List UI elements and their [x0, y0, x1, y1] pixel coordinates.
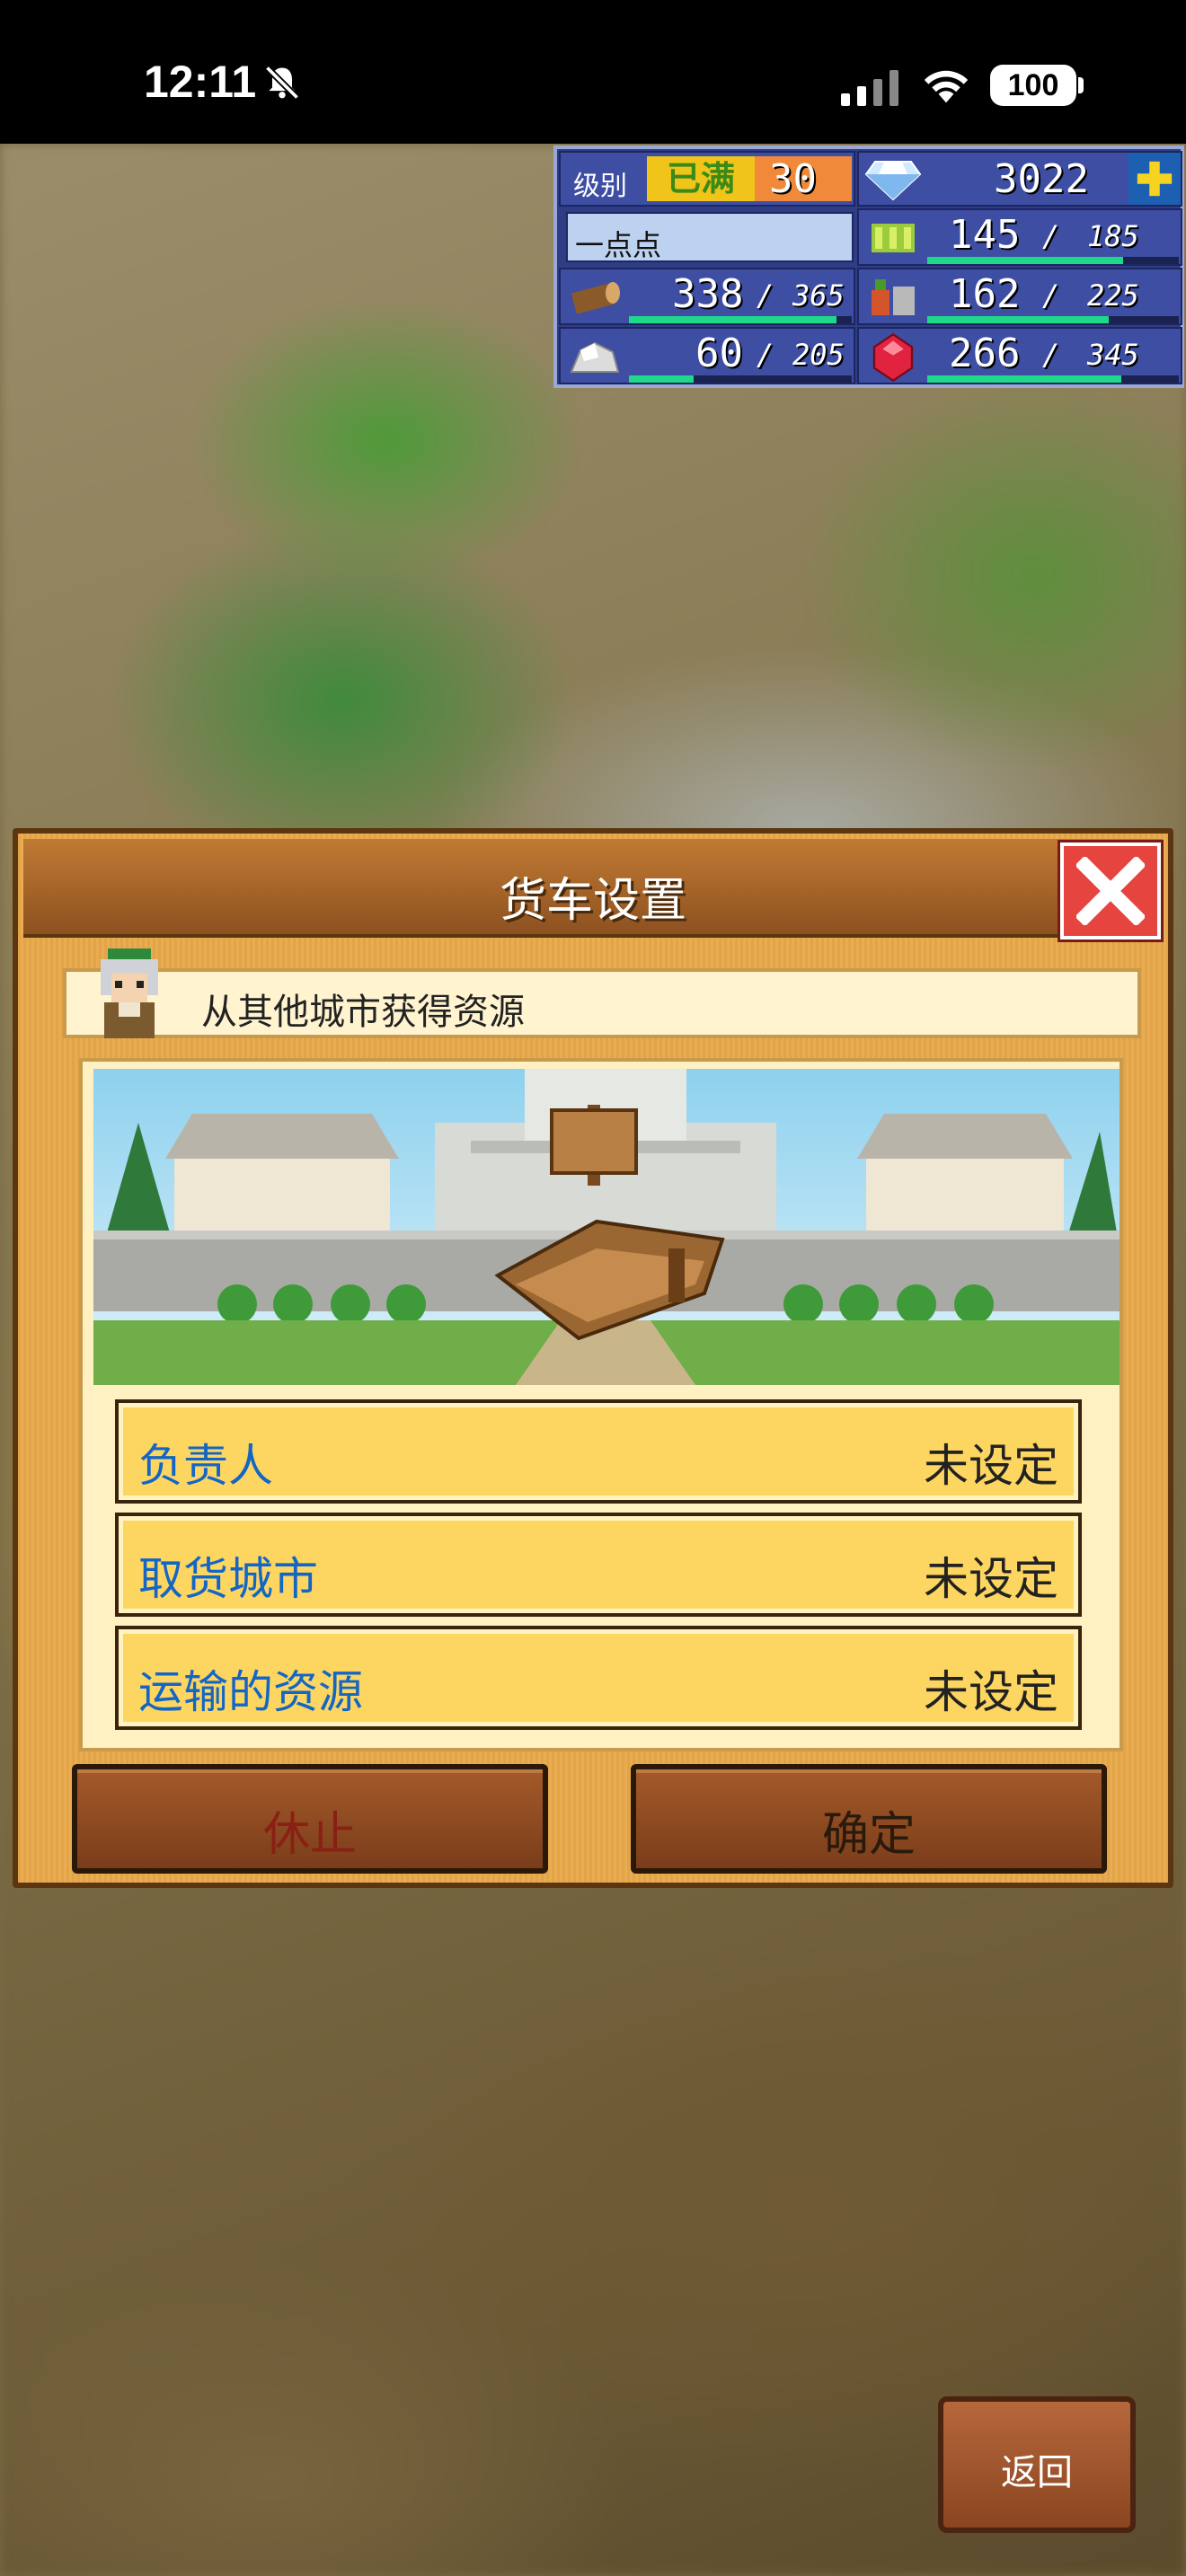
wheat-icon: [872, 224, 915, 252]
wheat-value: 145: [949, 212, 1021, 258]
ruby-icon: [872, 332, 914, 383]
stone-separator: /: [757, 338, 774, 372]
resource-bar-fill: [927, 316, 1109, 323]
confirm-button[interactable]: 确定: [631, 1764, 1107, 1874]
row-transport-resource-label: 运输的资源: [138, 1666, 363, 1718]
cellular-signal-icon: [841, 70, 898, 106]
resource-bar-fill: [629, 316, 836, 323]
dialog-subtitle: 从其他城市获得资源: [201, 992, 525, 1033]
row-pickup-city-value: 未设定: [924, 1553, 1058, 1605]
vegetables-value: 162: [949, 271, 1021, 317]
cart-scene-illustration: [93, 1069, 1120, 1385]
status-bar: 12:11 100: [0, 0, 1186, 144]
row-pickup-city-label: 取货城市: [138, 1553, 318, 1605]
close-button[interactable]: [1060, 842, 1161, 940]
pause-button-label: 休止: [262, 1808, 357, 1862]
wheat-bar: [927, 257, 1179, 264]
stone-value: 60: [695, 331, 743, 376]
status-time: 12:11: [144, 57, 257, 107]
wheat-max: 185: [1087, 219, 1139, 253]
back-button[interactable]: 返回: [938, 2396, 1136, 2533]
level-value: 30: [769, 156, 817, 202]
battery-nub: [1078, 77, 1084, 93]
dialog-title: 货车设置: [499, 874, 686, 928]
wifi-icon: [924, 70, 969, 103]
town-name: 一点点: [575, 228, 662, 262]
town-name-box: 一点点: [566, 212, 854, 262]
back-button-label: 返回: [1001, 2452, 1073, 2493]
vegetables-separator: /: [1042, 278, 1060, 313]
diamond-value: 3022: [994, 156, 1089, 202]
wood-value: 338: [672, 271, 744, 317]
resource-bar-fill: [927, 375, 1121, 383]
resource-stone: 60 / 205: [559, 327, 855, 384]
resource-bar-fill: [927, 257, 1124, 264]
row-transport-resource[interactable]: 运输的资源 未设定: [115, 1626, 1082, 1730]
resource-wheat: 145 / 185: [857, 208, 1182, 266]
dialog-header: 货车设置: [23, 839, 1163, 938]
dialog-content: 负责人 未设定 取货城市 未设定 运输的资源 未设定: [79, 1058, 1123, 1751]
resource-ruby: 266 / 345: [857, 327, 1182, 384]
level-panel: 级别 已满 30: [559, 151, 855, 207]
cart-settings-dialog: 货车设置 从其他城市获得资源 负责人 未设定 取货城市 未设定 运输的资源 未设…: [13, 828, 1173, 1888]
ruby-bar: [927, 375, 1179, 383]
wood-separator: /: [757, 278, 774, 313]
subtitle-bar: 从其他城市获得资源: [63, 968, 1141, 1038]
wood-bar: [629, 316, 852, 323]
row-manager[interactable]: 负责人 未设定: [115, 1399, 1082, 1504]
add-diamond-button[interactable]: [1128, 153, 1181, 205]
ruby-value: 266: [949, 331, 1021, 376]
confirm-button-label: 确定: [821, 1808, 916, 1862]
bell-muted-icon: [264, 65, 300, 101]
wheat-separator: /: [1042, 219, 1060, 253]
resource-hud: 级别 已满 30 3022 一点点 145 / 185 338 / 365 16…: [553, 146, 1184, 388]
ruby-separator: /: [1042, 338, 1060, 372]
pause-button[interactable]: 休止: [72, 1764, 548, 1874]
diamond-panel: 3022: [857, 151, 1182, 207]
close-icon: [1076, 857, 1145, 925]
battery-indicator: 100: [990, 65, 1076, 106]
vegetables-max: 225: [1087, 278, 1139, 313]
level-max-badge: 已满: [647, 156, 755, 201]
row-manager-value: 未设定: [924, 1440, 1058, 1492]
row-transport-resource-value: 未设定: [924, 1666, 1058, 1718]
stone-icon: [570, 341, 620, 373]
ruby-max: 345: [1087, 338, 1139, 372]
stone-bar: [629, 375, 852, 383]
advisor-avatar: [101, 948, 158, 1038]
level-label: 级别: [573, 171, 627, 202]
stone-max: 205: [792, 338, 845, 372]
row-pickup-city[interactable]: 取货城市 未设定: [115, 1513, 1082, 1617]
vegetables-icon: [872, 279, 915, 315]
wood-max: 365: [792, 278, 845, 313]
row-manager-label: 负责人: [138, 1440, 273, 1492]
diamond-icon: [864, 161, 922, 201]
wood-log-icon: [571, 282, 620, 314]
plus-icon: [1137, 161, 1173, 197]
vegetables-bar: [927, 316, 1179, 323]
resource-bar-fill: [629, 375, 694, 383]
resource-wood: 338 / 365: [559, 268, 855, 325]
resource-vegetables: 162 / 225: [857, 268, 1182, 325]
